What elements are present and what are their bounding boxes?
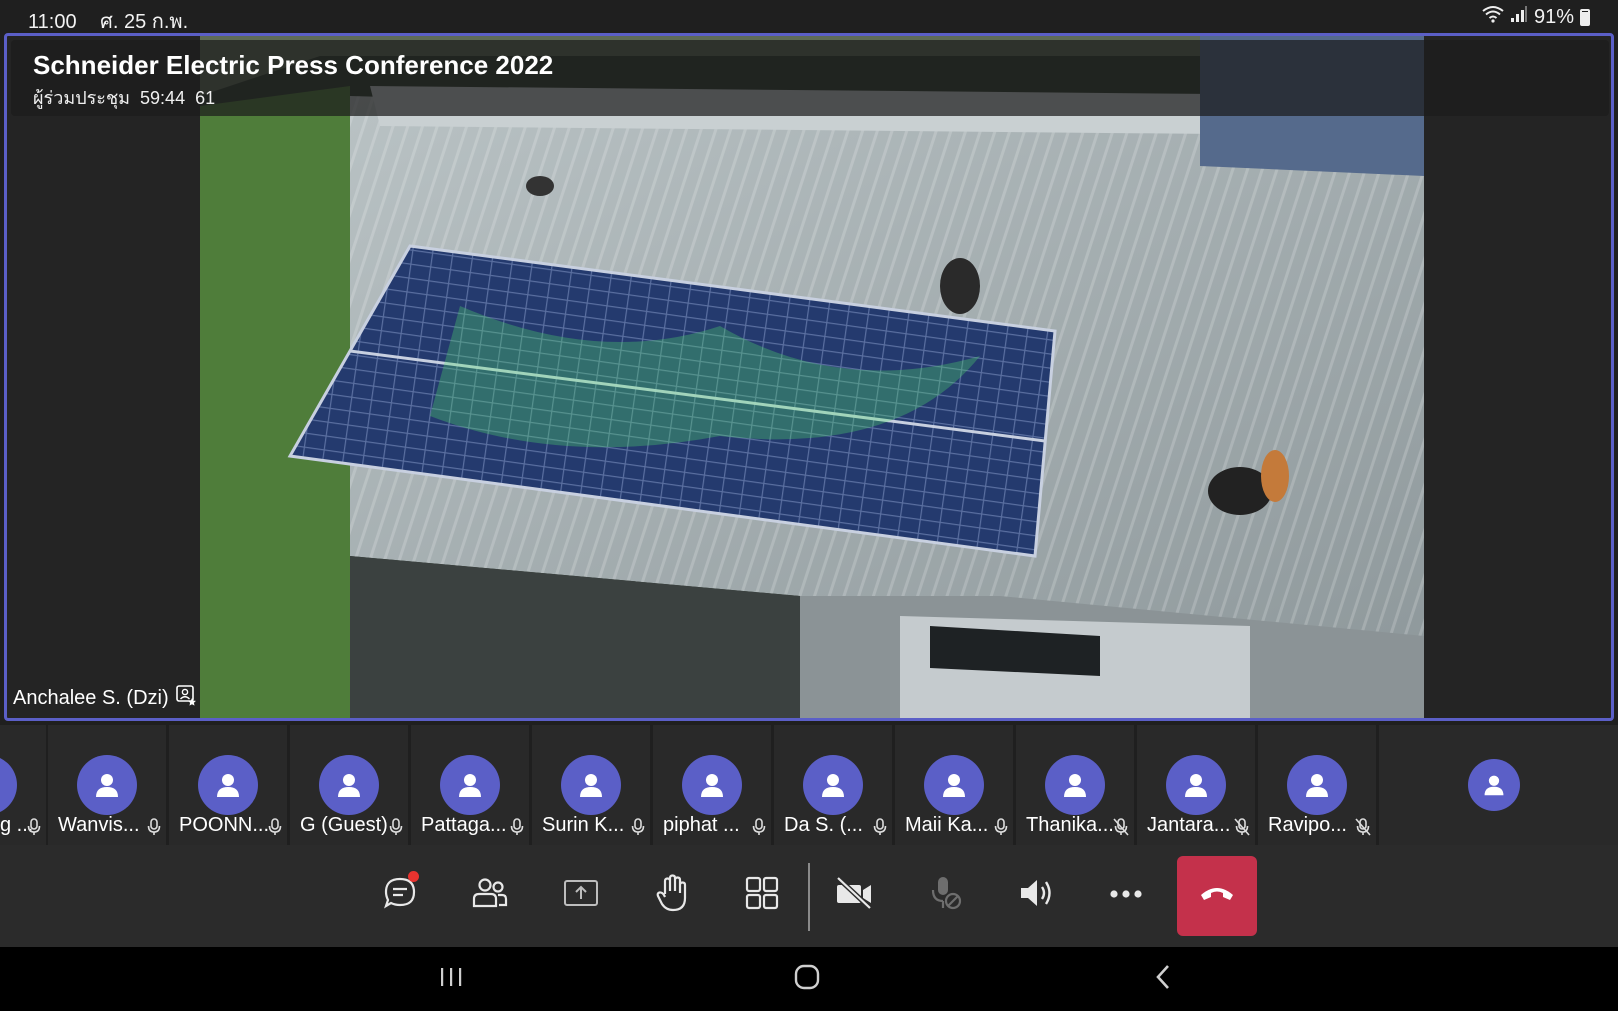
participant-name: Pattaga... [421, 814, 507, 836]
participant-name: Wanvis... [58, 814, 140, 836]
shared-video-stage[interactable]: Schneider Electric Press Conference 2022… [4, 33, 1614, 721]
camera-off-icon [835, 875, 873, 915]
avatar [1166, 755, 1226, 815]
participant-tile[interactable]: Wanvis... [48, 725, 166, 845]
mic-button[interactable] [910, 859, 982, 931]
share-screen-icon [563, 877, 599, 914]
meeting-title: Schneider Electric Press Conference 2022 [33, 50, 554, 80]
mic-disabled-icon [929, 875, 963, 916]
participant-name: Surin K... [542, 814, 625, 836]
recents-button[interactable] [423, 959, 479, 999]
participant-name: POONN... [179, 814, 270, 836]
meeting-header: Schneider Electric Press Conference 2022… [11, 40, 1609, 116]
more-icon [1109, 886, 1143, 904]
participant-tile[interactable]: G (Guest) [290, 725, 408, 845]
avatar [803, 755, 863, 815]
mic-muted-icon [1113, 818, 1129, 841]
mic-on-icon [147, 818, 161, 841]
system-nav-bar [0, 947, 1618, 1011]
avatar [1468, 759, 1520, 811]
mic-on-icon [631, 818, 645, 841]
mic-on-icon [510, 818, 524, 841]
participants-label: ผู้ร่วมประชุม [33, 88, 131, 108]
more-button[interactable] [1090, 859, 1162, 931]
presenter-name: Anchalee S. (Dzi) [13, 686, 169, 709]
mic-on-icon [27, 818, 41, 841]
speaker-button[interactable] [1000, 859, 1072, 931]
participant-name: Jantara... [1147, 814, 1231, 836]
participant-tile[interactable]: piphat ... [653, 725, 771, 845]
participant-name: Maii Ka... [905, 814, 989, 836]
avatar [77, 755, 137, 815]
speaker-icon [1018, 876, 1054, 915]
signal-icon [1510, 5, 1528, 29]
shared-video [200, 36, 1424, 718]
avatar [440, 755, 500, 815]
participant-name: G (Guest) [300, 814, 388, 836]
mic-on-icon [389, 818, 403, 841]
participant-tile[interactable]: Jantara... [1137, 725, 1255, 845]
mic-muted-icon [1355, 818, 1371, 841]
avatar [319, 755, 379, 815]
avatar [682, 755, 742, 815]
avatar [561, 755, 621, 815]
controls-divider [808, 863, 810, 931]
people-button[interactable] [454, 859, 526, 931]
hand-icon [656, 873, 688, 917]
recents-icon [438, 966, 464, 993]
participant-tile-self[interactable] [1379, 725, 1618, 845]
hangup-button[interactable] [1177, 856, 1257, 936]
battery-level: 91% [1533, 5, 1574, 28]
layout-button[interactable] [726, 859, 798, 931]
status-date: ศ. 25 ก.พ. [100, 11, 189, 33]
participant-count: 61 [195, 88, 216, 108]
avatar [1287, 755, 1347, 815]
people-icon [471, 875, 509, 916]
avatar [198, 755, 258, 815]
share-button[interactable] [545, 859, 617, 931]
participant-strip[interactable]: g ... Wanvis... POONN... G (Guest) Patta… [0, 725, 1618, 845]
participant-name: piphat ... [663, 814, 740, 836]
participant-tile[interactable]: g ... [0, 725, 46, 845]
home-icon [794, 964, 820, 995]
avatar [0, 755, 17, 815]
raise-hand-button[interactable] [636, 859, 708, 931]
participant-tile[interactable]: Surin K... [532, 725, 650, 845]
participant-name: Da S. (... [784, 814, 863, 836]
participant-name: Ravipo... [1268, 814, 1347, 836]
meeting-duration: 59:44 [140, 88, 186, 108]
hangup-icon [1199, 885, 1235, 908]
chat-button[interactable] [364, 859, 436, 931]
home-button[interactable] [779, 959, 835, 999]
mic-muted-icon [1234, 818, 1250, 841]
participant-tile[interactable]: Thanika... [1016, 725, 1134, 845]
avatar [924, 755, 984, 815]
participant-tile[interactable]: Maii Ka... [895, 725, 1013, 845]
back-icon [1154, 964, 1172, 995]
notification-dot [408, 871, 419, 882]
participant-tile[interactable]: Da S. (... [774, 725, 892, 845]
participant-tile[interactable]: POONN... [169, 725, 287, 845]
participant-tile[interactable]: Pattaga... [411, 725, 529, 845]
participant-name: Thanika... [1026, 814, 1114, 836]
grid-icon [745, 876, 779, 915]
presenter-icon [175, 684, 197, 712]
status-bar: 11:00 ศ. 25 ก.พ. 91% [0, 0, 1618, 33]
call-controls [0, 845, 1618, 947]
mic-on-icon [994, 818, 1008, 841]
participant-tile[interactable]: Ravipo... [1258, 725, 1376, 845]
camera-button[interactable] [818, 859, 890, 931]
status-time: 11:00 [28, 11, 77, 33]
back-button[interactable] [1135, 959, 1191, 999]
avatar [1045, 755, 1105, 815]
mic-on-icon [873, 818, 887, 841]
presenter-label: Anchalee S. (Dzi) [13, 684, 197, 712]
mic-on-icon [268, 818, 282, 841]
wifi-icon [1482, 5, 1504, 29]
mic-on-icon [752, 818, 766, 841]
battery-icon [1580, 8, 1590, 26]
